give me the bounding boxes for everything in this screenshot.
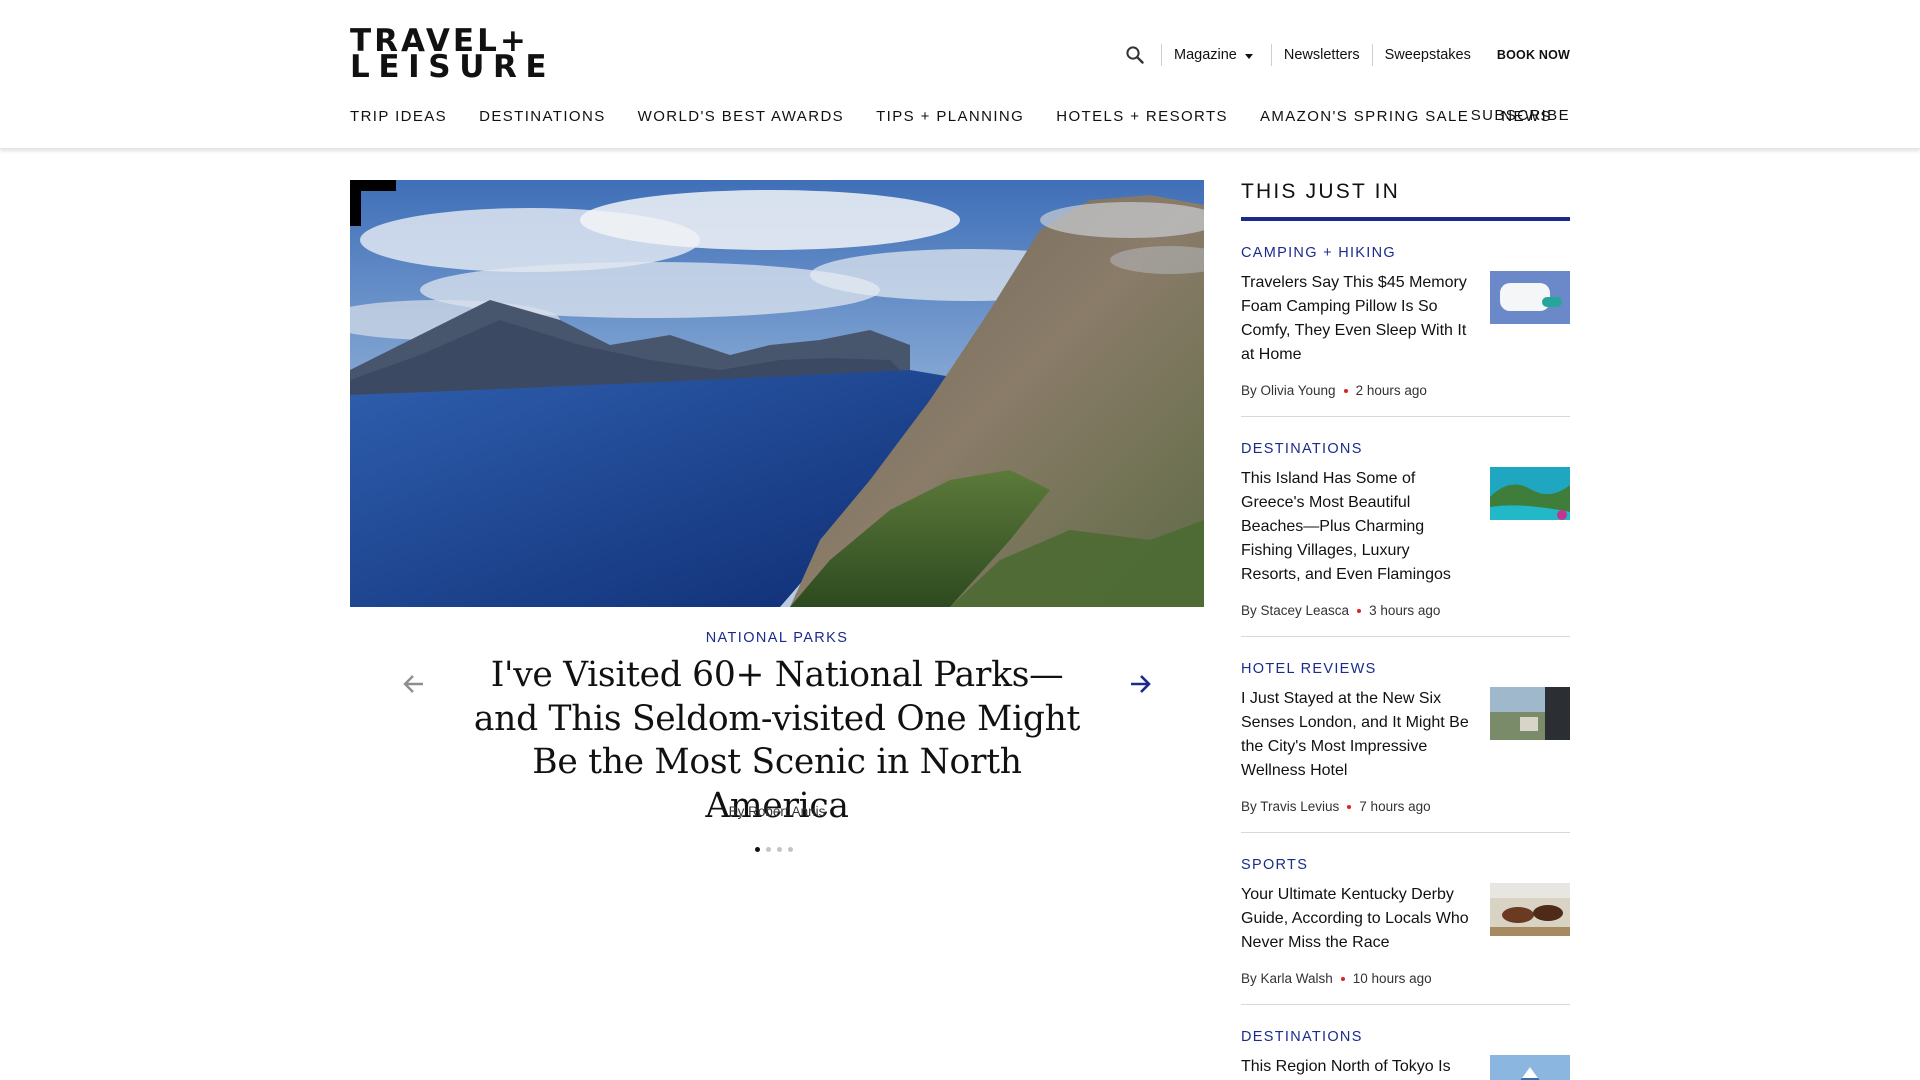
bullet-separator xyxy=(1340,976,1345,981)
story-thumbnail[interactable] xyxy=(1490,1055,1570,1080)
list-item: HOTEL REVIEWS I Just Stayed at the New S… xyxy=(1241,637,1570,833)
bullet-separator xyxy=(1357,608,1362,613)
bullet-separator xyxy=(1347,804,1352,809)
subscribe-link[interactable]: SUBSCRIBE xyxy=(1471,107,1570,124)
magazine-label: Magazine xyxy=(1174,47,1237,63)
site-logo[interactable]: TRAVEL+ LEISURE xyxy=(350,26,556,85)
list-item: DESTINATIONS This Region North of Tokyo … xyxy=(1241,1005,1570,1080)
carousel-dot[interactable] xyxy=(755,847,760,852)
carousel-dots xyxy=(755,847,793,852)
nav-amazon-spring-sale[interactable]: AMAZON'S SPRING SALE xyxy=(1260,108,1469,125)
site-header: TRAVEL+ LEISURE Magazine Newsletters Swe… xyxy=(0,0,1920,149)
sidebar-heading: THIS JUST IN xyxy=(1241,180,1570,221)
story-category[interactable]: HOTEL REVIEWS xyxy=(1241,661,1570,677)
arrow-right-icon[interactable] xyxy=(1124,668,1156,700)
list-item: CAMPING + HIKING Travelers Say This $45 … xyxy=(1241,221,1570,417)
sweepstakes-link[interactable]: Sweepstakes xyxy=(1373,47,1483,63)
nav-worlds-best-awards[interactable]: WORLD'S BEST AWARDS xyxy=(638,108,844,125)
story-author[interactable]: By Stacey Leasca xyxy=(1241,603,1349,618)
nav-trip-ideas[interactable]: TRIP IDEAS xyxy=(350,108,447,125)
nav-hotels-resorts[interactable]: HOTELS + RESORTS xyxy=(1056,108,1228,125)
story-time: 10 hours ago xyxy=(1352,971,1432,986)
utility-nav: Magazine Newsletters Sweepstakes BOOK NO… xyxy=(1123,42,1570,68)
hero-title[interactable]: I've Visited 60+ National Parks—and This… xyxy=(470,654,1084,828)
carousel-dot[interactable] xyxy=(788,847,793,852)
arrow-left-icon[interactable] xyxy=(398,668,430,700)
story-thumbnail[interactable] xyxy=(1490,271,1570,324)
story-time: 3 hours ago xyxy=(1369,603,1441,618)
list-item: SPORTS Your Ultimate Kentucky Derby Guid… xyxy=(1241,833,1570,1005)
this-just-in-sidebar: THIS JUST IN CAMPING + HIKING Travelers … xyxy=(1241,180,1570,1080)
story-thumbnail[interactable] xyxy=(1490,883,1570,936)
hero-image[interactable] xyxy=(350,180,1204,607)
carousel-dot[interactable] xyxy=(766,847,771,852)
story-time: 7 hours ago xyxy=(1359,799,1431,814)
bullet-separator xyxy=(1343,388,1348,393)
story-category[interactable]: CAMPING + HIKING xyxy=(1241,245,1570,261)
main-nav: TRIP IDEAS DESTINATIONS WORLD'S BEST AWA… xyxy=(350,108,1584,125)
corner-bracket-decoration xyxy=(350,180,396,226)
story-thumbnail[interactable] xyxy=(1490,687,1570,740)
story-time: 2 hours ago xyxy=(1355,383,1427,398)
nav-tips-planning[interactable]: TIPS + PLANNING xyxy=(876,108,1024,125)
book-now-link[interactable]: BOOK NOW xyxy=(1483,48,1570,62)
story-author[interactable]: By Travis Levius xyxy=(1241,799,1339,814)
story-category[interactable]: DESTINATIONS xyxy=(1241,441,1570,457)
story-thumbnail[interactable] xyxy=(1490,467,1570,520)
hero-category[interactable]: NATIONAL PARKS xyxy=(350,630,1204,646)
story-category[interactable]: DESTINATIONS xyxy=(1241,1029,1570,1045)
newsletters-link[interactable]: Newsletters xyxy=(1272,47,1372,63)
carousel-dot[interactable] xyxy=(777,847,782,852)
story-category[interactable]: SPORTS xyxy=(1241,857,1570,873)
story-title[interactable]: Your Ultimate Kentucky Derby Guide, Acco… xyxy=(1241,883,1471,955)
hero-byline: By Robert Annis xyxy=(728,804,826,819)
story-title[interactable]: This Region North of Tokyo Is xyxy=(1241,1055,1471,1080)
story-title[interactable]: This Island Has Some of Greece's Most Be… xyxy=(1241,467,1471,587)
chevron-down-icon xyxy=(1244,53,1253,59)
nav-destinations[interactable]: DESTINATIONS xyxy=(479,108,606,125)
story-title[interactable]: Travelers Say This $45 Memory Foam Campi… xyxy=(1241,271,1471,367)
logo-line-2: LEISURE xyxy=(350,49,556,85)
search-icon[interactable] xyxy=(1123,43,1147,67)
magazine-dropdown[interactable]: Magazine xyxy=(1162,47,1271,63)
story-author[interactable]: By Karla Walsh xyxy=(1241,971,1333,986)
story-author[interactable]: By Olivia Young xyxy=(1241,383,1336,398)
story-title[interactable]: I Just Stayed at the New Six Senses Lond… xyxy=(1241,687,1471,783)
list-item: DESTINATIONS This Island Has Some of Gre… xyxy=(1241,417,1570,637)
